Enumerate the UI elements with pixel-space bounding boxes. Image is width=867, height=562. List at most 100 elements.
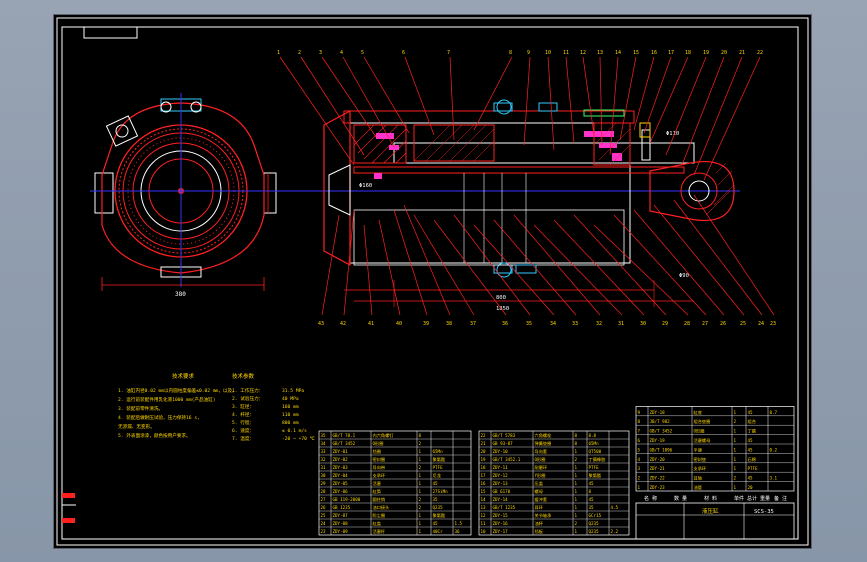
bom-cell: 16 (481, 481, 487, 486)
leader-number-bottom: 35 (526, 321, 532, 327)
bom-cell: ZDY-14 (493, 497, 509, 502)
bom-cell: 导向带 (373, 464, 386, 471)
leader-line (609, 56, 619, 156)
tech-requirement-line: 2. 运行前装配件用乳化液1000 mm(产品油缸) (118, 396, 216, 403)
bom-cell: 11 (481, 521, 487, 526)
bom-cell: QT500 (589, 449, 602, 454)
bom-cell: 缸盖 (373, 520, 381, 526)
leader-number-bottom: 23 (770, 321, 776, 327)
bore-dim: Φ160 (359, 183, 372, 189)
bom-cell: 缸底 (694, 409, 702, 416)
bom-cell: 2 (575, 521, 578, 526)
leader-number-top: 9 (527, 50, 530, 56)
bom-cell: ZDY-17 (493, 529, 509, 534)
bom-cell: ZDY-04 (333, 473, 349, 478)
bom-cell: 0.2 (770, 447, 778, 452)
bom-cell: 1 (638, 485, 641, 490)
bom-cell: 挡圈 (373, 448, 381, 455)
bom-cell: 22 (481, 433, 487, 438)
drawing-title: 液压缸 (702, 507, 719, 515)
leader-number-bottom: 26 (720, 321, 726, 327)
bom-cell: 1 (575, 449, 578, 454)
bom-cell: GB 6170 (493, 489, 511, 494)
leader-number-bottom: 41 (368, 321, 374, 327)
bom-cell: 1.5 (455, 521, 463, 526)
bom-cell: ZDY-13 (493, 481, 509, 486)
tech-param-label: 4. 杆径： (232, 411, 254, 418)
leader-line (653, 204, 745, 316)
bom-cell: 1 (575, 529, 578, 534)
cad-viewport[interactable]: 380 800 1850 Φ160 Φ110 Φ90 1 2 3 4 5 6 7… (53, 14, 812, 549)
bom-cell: 导向套 (535, 448, 548, 455)
bom-cell: 活塞螺母 (694, 437, 711, 444)
stroke-dim: 800 (496, 295, 506, 301)
bom-cell: 3 (638, 466, 641, 471)
bom-cell: 35 (589, 505, 595, 510)
bom-cell: ZDY-08 (333, 521, 349, 526)
bom-cell: 27 (321, 497, 327, 502)
leader-number-top: 8 (509, 50, 512, 56)
leader-line (449, 56, 455, 141)
leader-line (533, 224, 623, 316)
weight-header: 单件 总计 重量 (734, 495, 770, 502)
bom-cell: 36 (455, 529, 461, 534)
bom-cell: 1 (575, 505, 578, 510)
tech-requirements-block: 技术要求 1. 油缸内径0.02 mm以内圆柱度偏差≤0.02 mm，以及。2.… (118, 372, 316, 442)
remark-header: 备 注 (774, 495, 787, 502)
bom-cell: ZDY-22 (650, 476, 666, 481)
leader-number-top: 3 (319, 50, 322, 56)
tech-param-value: 800 mm (282, 420, 299, 426)
bom-cell: 1 (419, 489, 422, 494)
bom-cell: ZDY-06 (333, 489, 349, 494)
bom-cell: Q235 (589, 529, 600, 534)
tech-param-label: 2. 试验压力： (232, 395, 263, 402)
bom-cell: 压盖 (535, 480, 543, 487)
bom-cell: GB/T 5783 (493, 433, 516, 438)
bom-cell: 1 (575, 489, 578, 494)
end-view: 380 (90, 93, 278, 298)
bom-cell: 29 (321, 481, 327, 486)
material-header: 材 料 (704, 495, 717, 502)
qty-header: 数 量 (674, 495, 687, 502)
section-view: 800 1850 Φ160 Φ110 Φ90 (269, 99, 740, 312)
leader-number-top: 7 (447, 50, 450, 56)
bom-cell: ZDY-21 (650, 466, 666, 471)
bom-cell: 9 (638, 410, 641, 415)
bom-cell: 45 (433, 521, 439, 526)
bom-cell: 8.7 (770, 410, 778, 415)
bom-cell: ZDY-05 (333, 481, 349, 486)
bom-cell: O形圈 (535, 456, 546, 463)
leader-line (342, 56, 395, 148)
bom-cell: 8.8 (589, 433, 597, 438)
tech-param-value: 160 mm (282, 404, 299, 410)
bom-cell: 1 (734, 410, 737, 415)
bom-cell: 耳轴 (694, 475, 702, 482)
tech-param-value: 110 mm (282, 412, 299, 418)
bom-cell: 8 (575, 441, 578, 446)
tech-param-label: 3. 缸径： (232, 403, 254, 410)
bom-cell: 耳环 (535, 505, 543, 511)
bom-cell: 3.1 (770, 476, 778, 481)
leader-number-bottom: 28 (684, 321, 690, 327)
bom-cell: 45 (589, 497, 595, 502)
bom-cell: 13 (481, 505, 487, 510)
bom-cell: 8 (589, 489, 592, 494)
bom-cell: 1 (419, 481, 422, 486)
tech-requirement-line: 1. 油缸内径0.02 mm以内圆柱度偏差≤0.02 mm，以及。 (118, 387, 237, 394)
bom-cell: 平键 (694, 446, 703, 453)
leader-number-top: 12 (580, 50, 586, 56)
tech-param-value: 40 MPa (282, 396, 299, 402)
bom-cell: 2 (419, 441, 422, 446)
bom-cell: ZDY-15 (493, 513, 509, 518)
leader-number-bottom: 43 (318, 321, 324, 327)
bom-cell: 1 (419, 521, 422, 526)
bom-cell: ZDY-23 (650, 485, 666, 490)
leader-line (619, 56, 637, 141)
leader-line (665, 56, 707, 156)
leader-number-top: 6 (402, 50, 405, 56)
bom-cell: 20 (481, 449, 487, 454)
bom-cell: 聚氨酯 (433, 456, 446, 463)
leader-number-bottom: 30 (640, 321, 646, 327)
tech-param-label: 7. 温度： (232, 435, 254, 442)
bom-cell: Q235 (433, 505, 444, 510)
